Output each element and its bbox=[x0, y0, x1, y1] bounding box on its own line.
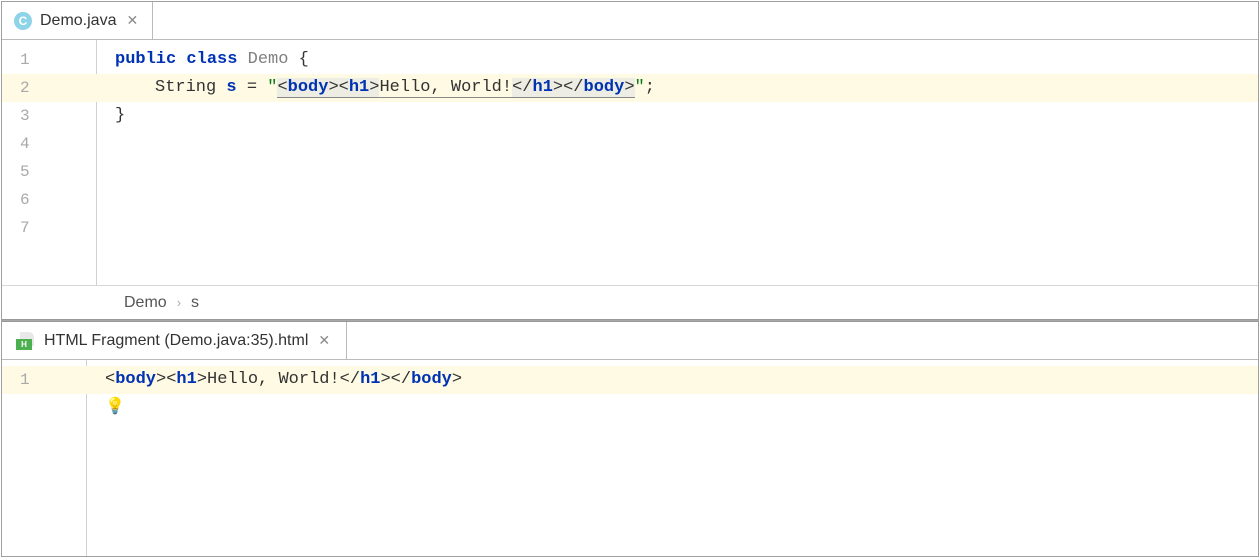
bottom-tab-bar: H HTML Fragment (Demo.java:35).html ✕ bbox=[2, 322, 1258, 360]
top-editor[interactable]: 1 2 3 4 5 6 7 public class Demo { String… bbox=[2, 40, 1258, 285]
breadcrumb-item[interactable]: s bbox=[191, 294, 199, 312]
line-number: 4 bbox=[2, 130, 96, 158]
bottom-editor[interactable]: 1 <body><h1>Hello, World!</h1></body> 💡 bbox=[2, 360, 1258, 556]
tab-html-fragment[interactable]: H HTML Fragment (Demo.java:35).html ✕ bbox=[2, 322, 347, 359]
class-file-icon: C bbox=[14, 12, 32, 30]
html-file-icon: H bbox=[16, 332, 36, 350]
line-number: 2 bbox=[2, 74, 96, 102]
top-tab-bar: C Demo.java ✕ bbox=[2, 2, 1258, 40]
code-line: String s = "<body><h1>Hello, World!</h1>… bbox=[97, 74, 1258, 102]
code-line: } bbox=[97, 102, 1258, 130]
code-area[interactable]: <body><h1>Hello, World!</h1></body> 💡 bbox=[87, 360, 1258, 556]
line-number: 5 bbox=[2, 158, 96, 186]
breadcrumb-item[interactable]: Demo bbox=[124, 294, 167, 312]
gutter: 1 bbox=[2, 360, 87, 556]
code-line: public class Demo { bbox=[97, 46, 1258, 74]
tab-demo-java[interactable]: C Demo.java ✕ bbox=[2, 2, 153, 39]
tab-filename: HTML Fragment (Demo.java:35).html bbox=[44, 332, 308, 350]
chevron-right-icon: › bbox=[177, 295, 181, 310]
code-line: <body><h1>Hello, World!</h1></body> bbox=[87, 366, 1258, 394]
line-number: 7 bbox=[2, 214, 96, 242]
code-area[interactable]: public class Demo { String s = "<body><h… bbox=[97, 40, 1258, 285]
line-number: 1 bbox=[2, 46, 96, 74]
gutter: 1 2 3 4 5 6 7 bbox=[2, 40, 97, 285]
tab-filename: Demo.java bbox=[40, 12, 116, 30]
line-number: 6 bbox=[2, 186, 96, 214]
intention-bulb-icon[interactable]: 💡 bbox=[105, 396, 125, 416]
line-number: 1 bbox=[2, 366, 86, 394]
breadcrumb: Demo › s bbox=[2, 285, 1258, 319]
close-icon[interactable]: ✕ bbox=[316, 332, 332, 349]
tab-bar-empty-area bbox=[347, 322, 1258, 359]
close-icon[interactable]: ✕ bbox=[124, 12, 140, 29]
tab-bar-empty-area bbox=[153, 2, 1258, 39]
line-number: 3 bbox=[2, 102, 96, 130]
